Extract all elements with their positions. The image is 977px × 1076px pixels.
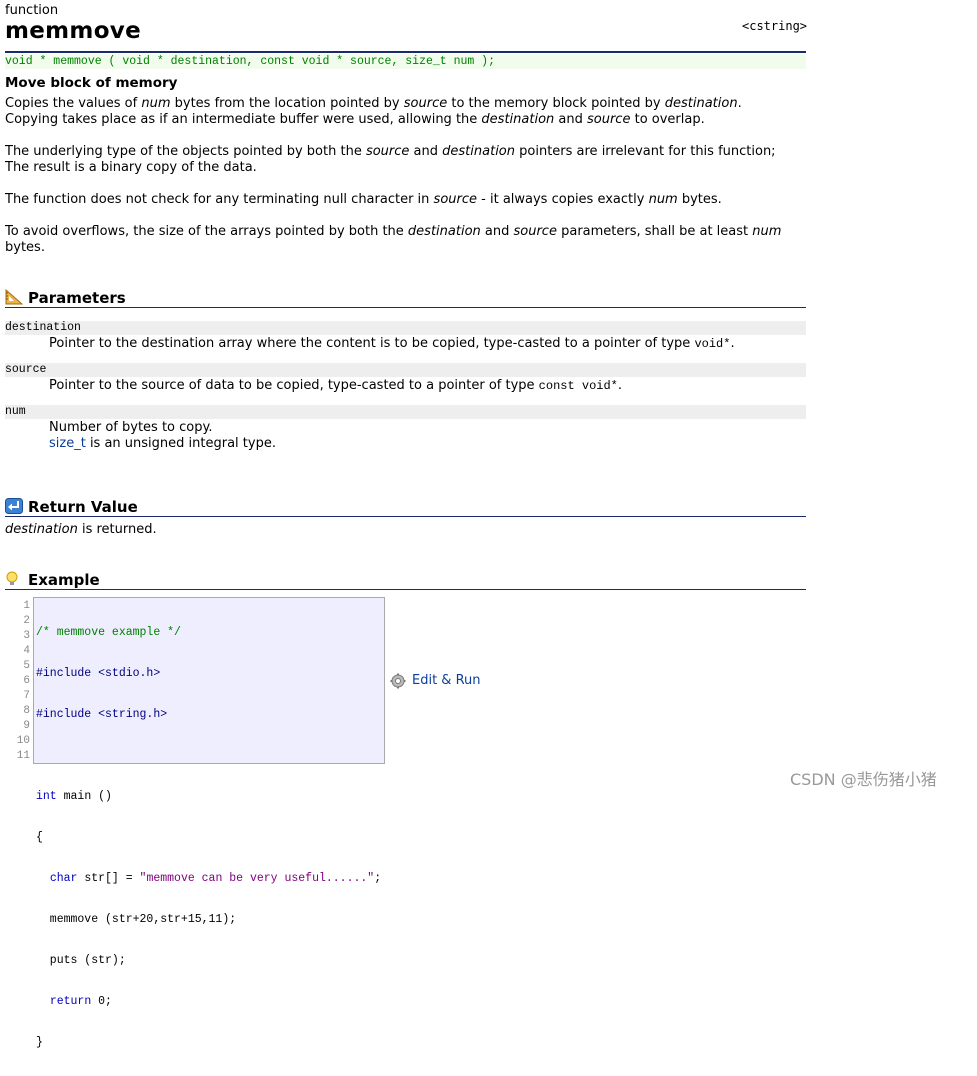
param-name-num: num <box>5 405 806 419</box>
param-desc-destination: Pointer to the destination array where t… <box>49 336 735 351</box>
page-title: memmove <box>5 18 141 44</box>
description-paragraph-2: The underlying type of the objects point… <box>5 144 776 175</box>
gear-icon <box>390 673 406 689</box>
code-line-5: int main () <box>36 790 112 803</box>
ruler-triangle-icon <box>5 289 23 305</box>
parameters-title: Parameters <box>28 289 126 307</box>
code-line-10: return 0; <box>49 995 112 1008</box>
param-name-destination: destination <box>5 321 806 335</box>
function-prototype: void * memmove ( void * destination, con… <box>5 54 806 69</box>
code-line-9: puts (str); <box>36 954 126 967</box>
edit-run-label: Edit & Run <box>412 673 481 688</box>
code-line-7: char str[] = "memmove can be very useful… <box>49 872 382 885</box>
param-desc-source: Pointer to the source of data to be copi… <box>49 378 623 393</box>
code-line-11: } <box>36 1036 43 1049</box>
header-file[interactable]: <cstring> <box>742 19 807 33</box>
description-paragraph-1: Copies the values of num bytes from the … <box>5 96 742 127</box>
title-rule <box>5 51 806 53</box>
entry-kind: function <box>5 3 59 18</box>
code-line-2: #include <stdio.h> <box>36 667 161 680</box>
line-numbers: 1 2 3 4 5 6 7 8 9 10 11 <box>16 600 30 762</box>
return-value-text: destination is returned. <box>5 522 157 537</box>
return-value-title: Return Value <box>28 498 138 516</box>
description-paragraph-4: To avoid overflows, the size of the arra… <box>5 224 782 255</box>
example-heading: Example <box>5 567 806 590</box>
code-example: 1 2 3 4 5 6 7 8 9 10 11 /* memmove example */ #inc… <box>5 597 385 1049</box>
return-arrow-icon <box>5 498 23 514</box>
code-listing[interactable]: /* memmove example */ #include <stdio.h>… <box>33 597 385 1049</box>
code-line-1: /* memmove example */ <box>36 626 181 639</box>
watermark: CSDN @悲伤猪小猪 <box>790 770 937 789</box>
param-desc-num: Number of bytes to copy. size_t is an un… <box>49 420 276 451</box>
code-line-6: { <box>36 831 43 844</box>
code-line-3: #include <string.h> <box>36 708 168 721</box>
description-paragraph-3: The function does not check for any term… <box>5 192 722 207</box>
example-title: Example <box>28 571 100 589</box>
parameters-heading: Parameters <box>5 285 806 308</box>
code-line-8: memmove (str+20,str+15,11); <box>36 913 237 926</box>
size-t-link[interactable]: size_t <box>49 436 86 451</box>
return-value-heading: Return Value <box>5 494 806 517</box>
short-description: Move block of memory <box>5 75 178 91</box>
param-name-source: source <box>5 363 806 377</box>
lightbulb-icon <box>6 571 18 585</box>
